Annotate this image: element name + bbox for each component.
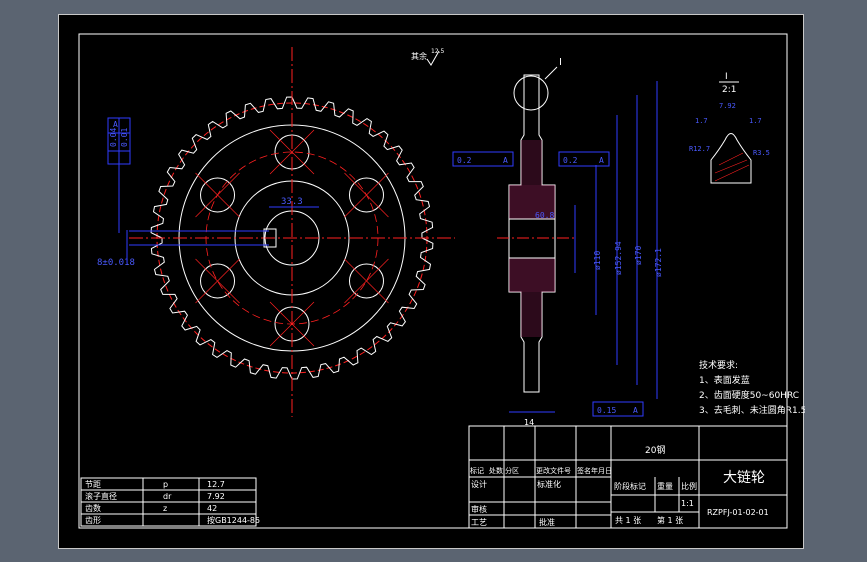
detail-dim-2: 1.7 (695, 117, 708, 125)
detail-leader (544, 66, 558, 80)
param-cell: 12.7 (207, 480, 225, 489)
detail-mark: I (559, 57, 562, 68)
scale-value: 1:1 (681, 499, 694, 508)
tolerance-left-value: 0.2 (457, 156, 472, 165)
inner-border (78, 33, 788, 529)
param-cell: 7.92 (207, 492, 225, 501)
title-block: 20钢 大链轮 RZPFJ-01-02-01 阶段标记 重量 比例 1:1 共 … (468, 425, 788, 529)
requirements-title: 技术要求: (699, 359, 738, 371)
hatch-lower (509, 258, 555, 292)
detail-circle (513, 75, 549, 111)
check-label: 审核 (471, 504, 487, 514)
design-label: 设计 (471, 479, 487, 489)
detail-dim-1: 7.92 (719, 102, 736, 110)
tolerance-value-2: 0.01 (120, 128, 129, 147)
tolerance-value-1: 0.04 (109, 128, 118, 147)
param-cell: p (163, 480, 168, 489)
title-block-header: 处数 (489, 466, 503, 475)
title-block-header: 标记 (470, 466, 484, 475)
title-block-header: 更改文件号 (536, 466, 571, 475)
param-cell: 按GB1244-85 (207, 515, 260, 525)
requirement-3: 3、去毛刺、未注圆角R1.5 (699, 404, 805, 416)
param-cell: 42 (207, 504, 217, 513)
dimension-152: ø152.94 (614, 241, 623, 275)
technical-requirements: 技术要求: 1、表面发蓝 2、齿面硬度50~60HRC 3、去毛刺、未注圆角R1… (699, 359, 805, 416)
tolerance-bottom-datum: A (633, 406, 638, 415)
dimension-170: ø170 (634, 246, 643, 265)
key-width-dimension: 8±0.018 (97, 258, 135, 268)
hub-diameter: 60.8 (535, 211, 554, 220)
process-label: 工艺 (471, 518, 487, 527)
part-name: 大链轮 (723, 470, 765, 486)
requirement-1: 1、表面发蓝 (699, 374, 750, 386)
section-outline (508, 74, 556, 393)
tooth-detail-view: I 2:1 7.92 1.7 1.7 R12.7 R3.5 (689, 72, 770, 184)
surface-roughness-note: 其余 (411, 51, 427, 61)
drawing-sheet: 33.3 8±0.018 0.04 0.01 A 其余 12.5 I 60.8 (58, 14, 805, 549)
title-block-header: 签名 (577, 466, 591, 475)
param-cell: 齿数 (85, 503, 101, 513)
bore-dimension: 33.3 (281, 197, 303, 207)
weight-label: 重量 (657, 481, 673, 491)
title-block-header: 年月日 (591, 466, 612, 475)
param-cell: 滚子直径 (85, 491, 117, 501)
standardize-label: 标准化 (537, 479, 561, 489)
material-text: 20钢 (645, 444, 665, 456)
ratio-label: 比例 (681, 481, 697, 491)
param-cell: 齿形 (85, 516, 101, 525)
detail-scale-letter: I (725, 72, 728, 82)
title-block-header: 分区 (505, 466, 519, 475)
cad-drawing: 33.3 8±0.018 0.04 0.01 A 其余 12.5 I 60.8 (78, 33, 805, 529)
sprocket-front-view: 33.3 8±0.018 0.04 0.01 A 其余 12.5 (97, 47, 455, 417)
parameter-table: 节距 p 12.7 滚子直径 dr 7.92 齿数 z 42 齿形 按GB1244-85 (80, 477, 260, 527)
detail-dim-3: 1.7 (749, 117, 762, 125)
dimension-172: ø172.1 (654, 248, 663, 277)
tolerance-left-datum: A (503, 156, 508, 165)
tooth-profile (710, 133, 752, 184)
param-cell: dr (163, 492, 172, 501)
requirement-2: 2、齿面硬度50~60HRC (699, 389, 799, 401)
hatch-rim-lower (521, 292, 542, 337)
approve-label: 批准 (539, 517, 555, 527)
tolerance-right-datum: A (599, 156, 604, 165)
tolerance-datum-1: A (113, 120, 118, 129)
detail-dim-5: R3.5 (753, 149, 770, 157)
tooth-hatch (714, 152, 750, 182)
detail-dim-4: R12.7 (689, 145, 710, 153)
hatch-rim-upper (521, 140, 542, 185)
param-cell: z (163, 504, 167, 513)
sheet-number: 第 1 张 (657, 515, 683, 525)
stage-mark-label: 阶段标记 (614, 481, 646, 491)
dimension-110: ø110 (593, 251, 602, 270)
param-cell: 节距 (85, 480, 101, 489)
sprocket-section-view: I 60.8 0.2 A 0.2 A 0.15 A ø110 ø152.94 ø… (452, 57, 663, 427)
detail-scale: 2:1 (722, 85, 736, 95)
tolerance-bottom-value: 0.15 (597, 406, 616, 415)
sheets-total: 共 1 张 (615, 516, 641, 525)
tolerance-right-value: 0.2 (563, 156, 578, 165)
drawing-number: RZPFJ-01-02-01 (707, 508, 769, 517)
